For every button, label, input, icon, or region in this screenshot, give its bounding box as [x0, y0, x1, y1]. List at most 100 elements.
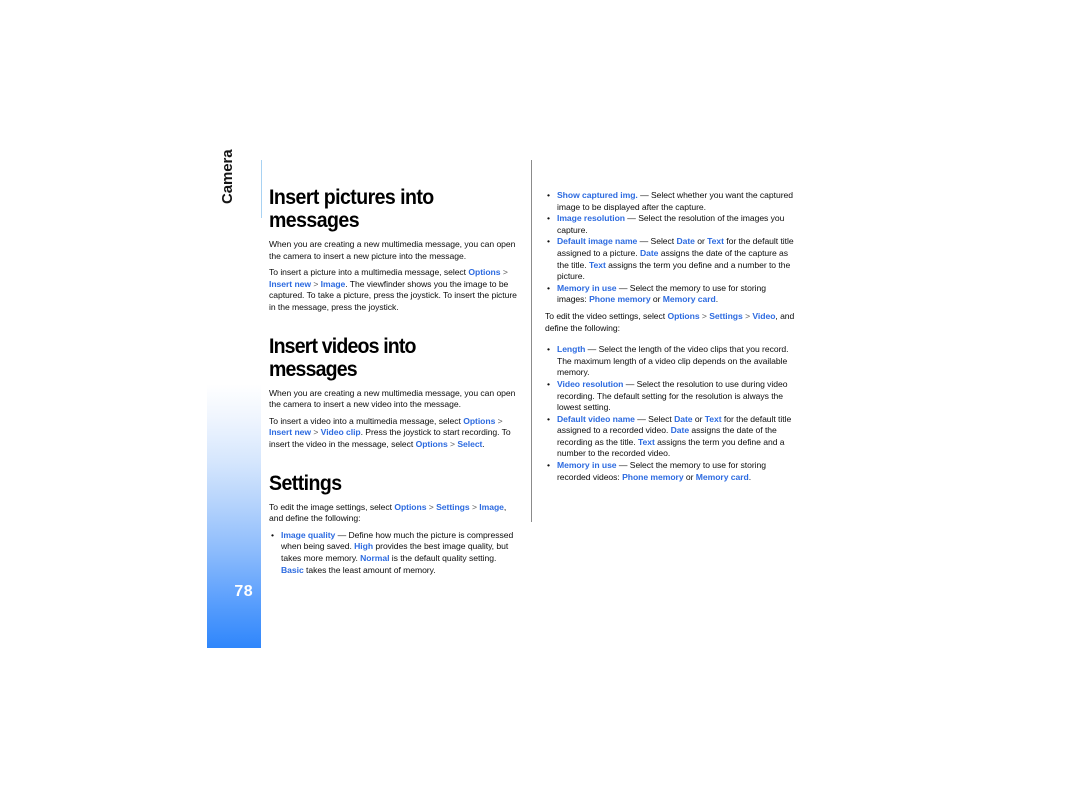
left-column-rule [261, 160, 262, 218]
paragraph-image-settings-intro: To edit the image settings, select Optio… [269, 502, 521, 525]
value-date[interactable]: Date [674, 414, 692, 424]
link-options[interactable]: Options [667, 311, 699, 321]
dash: — [634, 413, 649, 424]
text-lead: To insert a picture into a multimedia me… [269, 267, 469, 278]
link-settings[interactable]: Settings [709, 311, 743, 321]
link-options[interactable]: Options [463, 416, 495, 426]
bullet-icon: • [547, 460, 550, 471]
link-select[interactable]: Select [457, 439, 482, 449]
bullet-icon: • [547, 213, 550, 224]
column-divider-rule [531, 160, 532, 522]
list-item: • Image resolution — Select the resolutio… [545, 213, 797, 236]
dash: — [616, 282, 630, 293]
separator-gt: > [469, 501, 480, 512]
video-settings-list: • Length — Select the length of the video… [545, 344, 797, 483]
paragraph-video-settings-intro: To edit the video settings, select Optio… [545, 311, 797, 334]
text-2: or [692, 413, 705, 424]
separator-gt: > [426, 501, 437, 512]
text-3: is the default quality setting. [389, 552, 497, 563]
bullet-icon: • [547, 378, 550, 389]
paragraph-videos-intro: When you are creating a new multimedia m… [269, 387, 516, 410]
separator-gt: > [699, 310, 710, 321]
dash: — [637, 236, 651, 247]
text-1: Select [650, 236, 677, 247]
link-settings[interactable]: Settings [436, 502, 470, 512]
link-insert-new[interactable]: Insert new [269, 279, 311, 289]
separator-gt: > [495, 415, 503, 426]
value-phone-memory[interactable]: Phone memory [589, 294, 651, 304]
dash: — [335, 529, 349, 540]
dash: — [623, 378, 637, 389]
setting-term-image-quality[interactable]: Image quality [281, 530, 335, 540]
bullet-icon: • [547, 236, 550, 247]
list-item: • Memory in use — Select the memory to us… [545, 283, 797, 306]
value-text[interactable]: Text [707, 236, 724, 246]
link-options[interactable]: Options [468, 267, 500, 277]
paragraph-insert-picture-steps: To insert a picture into a multimedia me… [269, 267, 521, 313]
bullet-icon: • [547, 190, 550, 200]
chapter-label: Camera [219, 149, 236, 204]
text-2: or [694, 236, 708, 247]
text-3: . [748, 471, 752, 482]
separator-gt: > [447, 438, 458, 449]
text-2: or [650, 294, 663, 305]
separator-gt: > [742, 310, 753, 321]
separator-gt: > [500, 267, 508, 278]
value-basic[interactable]: Basic [281, 565, 304, 575]
link-options[interactable]: Options [394, 502, 426, 512]
list-item: • Video resolution — Select the resolutio… [545, 379, 797, 414]
link-video[interactable]: Video [752, 311, 775, 321]
setting-term-show-captured-img[interactable]: Show captured img. [557, 190, 638, 200]
dash: — [637, 190, 651, 200]
setting-term-video-resolution[interactable]: Video resolution [557, 379, 623, 389]
text-2: or [683, 471, 696, 482]
setting-term-default-image-name[interactable]: Default image name [557, 236, 637, 246]
bullet-icon: • [547, 344, 550, 355]
setting-term-memory-in-use[interactable]: Memory in use [557, 460, 617, 470]
link-video-clip[interactable]: Video clip [321, 427, 361, 437]
dash: — [585, 344, 599, 355]
value-date-2[interactable]: Date [640, 248, 658, 258]
text-lead: To insert a video into a multimedia mess… [269, 415, 464, 426]
value-high[interactable]: High [354, 541, 373, 551]
value-text[interactable]: Text [705, 414, 722, 424]
value-normal[interactable]: Normal [360, 553, 389, 563]
link-image[interactable]: Image [321, 279, 346, 289]
list-item: • Memory in use — Select the memory to us… [545, 460, 797, 483]
value-phone-memory[interactable]: Phone memory [622, 472, 684, 482]
link-options-2[interactable]: Options [416, 439, 448, 449]
text-3: . [715, 294, 719, 305]
heading-insert-videos: Insert videos into messages [269, 334, 416, 381]
setting-term-length[interactable]: Length [557, 344, 585, 354]
heading-settings: Settings [269, 471, 342, 495]
text-lead: To edit the video settings, select [545, 310, 668, 321]
setting-term-image-resolution[interactable]: Image resolution [557, 213, 625, 223]
list-item: • Default video name — Select Date or Tex… [545, 414, 797, 460]
value-text-2[interactable]: Text [589, 260, 606, 270]
text-tail: . [482, 438, 485, 449]
list-item: • Show captured img. — Select whether you… [545, 190, 797, 213]
heading-insert-pictures: Insert pictures into messages [269, 186, 434, 232]
value-text-2[interactable]: Text [638, 437, 655, 447]
image-settings-list: • Image quality — Define how much the pic… [269, 530, 521, 576]
link-insert-new[interactable]: Insert new [269, 427, 311, 437]
text-1: Select [648, 413, 675, 424]
list-item: • Length — Select the length of the video… [545, 344, 797, 379]
list-item: • Default image name — Select Date or Tex… [545, 236, 797, 282]
value-date-2[interactable]: Date [671, 425, 689, 435]
bullet-icon: • [547, 413, 550, 424]
image-settings-list-continued: • Show captured img. — Select whether you… [545, 190, 797, 306]
text-4: takes the least amount of memory. [303, 564, 436, 575]
separator-gt: > [311, 427, 321, 438]
right-column: • Show captured img. — Select whether you… [545, 190, 797, 483]
setting-term-memory-in-use[interactable]: Memory in use [557, 283, 617, 293]
value-memory-card[interactable]: Memory card [663, 294, 716, 304]
separator-gt: > [311, 278, 321, 289]
link-image[interactable]: Image [479, 502, 504, 512]
list-item: • Image quality — Define how much the pic… [269, 530, 521, 576]
dash: — [616, 460, 630, 471]
value-memory-card[interactable]: Memory card [696, 472, 749, 482]
setting-term-default-video-name[interactable]: Default video name [557, 414, 635, 424]
value-date[interactable]: Date [676, 236, 694, 246]
manual-page: 78 Camera Insert pictures into messages … [0, 0, 1080, 810]
